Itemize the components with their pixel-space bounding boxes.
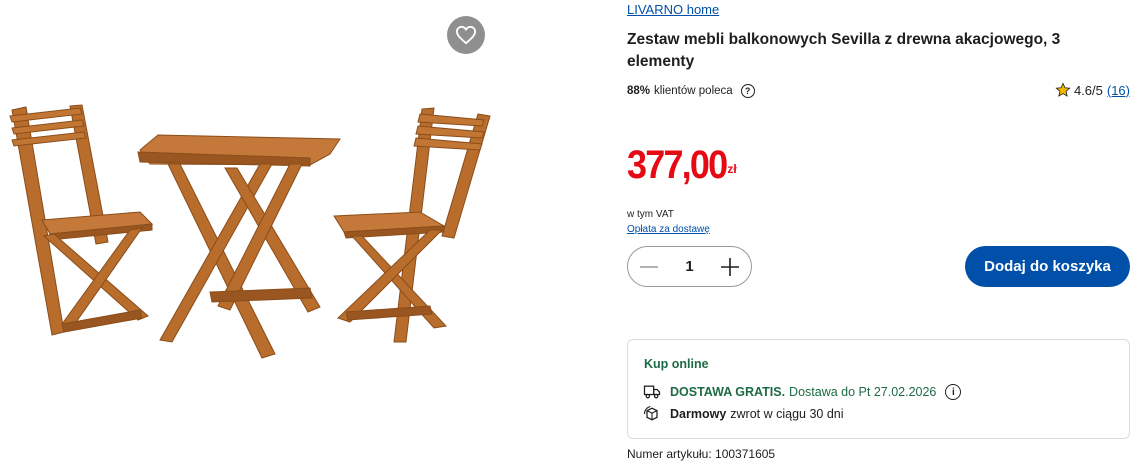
wishlist-button[interactable] (447, 16, 485, 54)
product-image[interactable] (0, 92, 500, 362)
price-currency: zł (727, 162, 737, 176)
delivery-shipping-row: DOSTAWA GRATIS. Dostawa do Pt 27.02.2026… (642, 382, 962, 402)
info-icon[interactable]: i (945, 384, 962, 400)
article-number: Numer artykułu: 100371605 (627, 447, 776, 461)
star-icon (1055, 82, 1071, 97)
quantity-stepper: 1 (627, 246, 752, 287)
review-count-link[interactable]: (16) (1107, 83, 1130, 98)
rating: 4.6/5 (16) (1055, 82, 1130, 98)
increase-quantity-button[interactable] (719, 256, 741, 278)
return-box-icon (643, 405, 658, 421)
brand-link[interactable]: LIVARNO home (627, 2, 719, 17)
return-text: zwrot w ciągu 30 dni (730, 407, 844, 421)
rating-value: 4.6/5 (1073, 82, 1103, 98)
heart-icon (455, 25, 477, 45)
price: 377,00 zł (627, 143, 737, 187)
delivery-return-row: Darmowy zwrot w ciągu 30 dni (642, 404, 844, 424)
shipping-cost-link[interactable]: Opłata za dostawę (627, 224, 710, 235)
delivery-truck-icon (643, 385, 661, 399)
delivery-title: Kup online (644, 357, 709, 371)
recommendation: 88% klientów poleca ? (627, 84, 755, 98)
decrease-quantity-button[interactable] (638, 256, 660, 278)
price-amount: 377,00 (627, 143, 728, 187)
plus-icon (721, 257, 739, 276)
delivery-date: Dostawa do Pt 27.02.2026 (789, 385, 937, 399)
add-to-cart-button[interactable]: Dodaj do koszyka (965, 246, 1130, 287)
quantity-value[interactable]: 1 (675, 258, 705, 275)
free-shipping-label: DOSTAWA GRATIS. (670, 385, 786, 399)
question-circle-icon[interactable]: ? (740, 84, 755, 98)
return-bold-label: Darmowy (670, 407, 727, 421)
product-gallery (0, 0, 600, 464)
delivery-box: Kup online DOSTAWA GRATIS. Dostawa do Pt… (627, 339, 1130, 439)
product-info: LIVARNO home Zestaw mebli balkonowych Se… (627, 0, 1130, 464)
vat-note: w tym VAT (627, 209, 674, 220)
product-title: Zestaw mebli balkonowych Sevilla z drewn… (627, 31, 1061, 70)
recommend-percent: 88% (627, 85, 651, 97)
recommend-text: klientów poleca (654, 85, 733, 97)
minus-icon (640, 265, 658, 268)
